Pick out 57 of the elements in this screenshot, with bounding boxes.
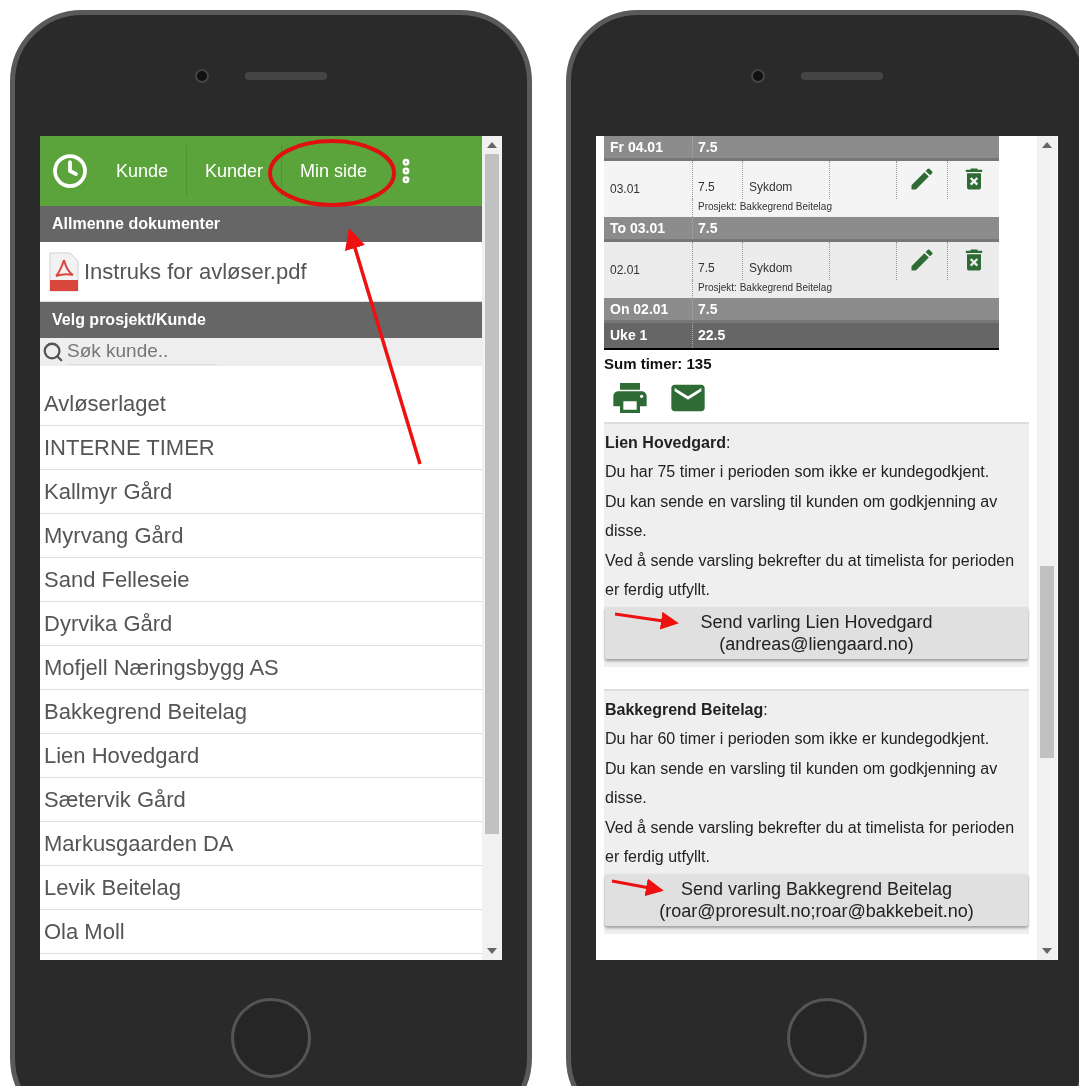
notice-heading: Lien Hovedgard: — [605, 432, 732, 453]
row-hours: 7.5 — [692, 298, 742, 320]
document-link[interactable]: Instruks for avløser.pdf — [84, 255, 307, 288]
annotation-arrow — [611, 878, 664, 897]
entry-type: Sykdom — [742, 242, 829, 280]
scrollbar[interactable] — [1037, 136, 1057, 960]
scroll-down-icon[interactable] — [487, 948, 497, 954]
pdf-file-icon — [48, 251, 80, 292]
notice-text: Du kan sende en varsling til kunden om godkjenning av disse. — [605, 758, 999, 808]
scrollbar-thumb[interactable] — [1040, 566, 1054, 758]
row-label: Uke 1 — [609, 326, 649, 345]
customer-list-item[interactable]: Avløserlaget — [40, 382, 482, 426]
notice-text: Du kan sende en varsling til kunden om godkjenning av disse. — [605, 491, 999, 541]
search-bar[interactable]: Søk kunde.. — [40, 338, 482, 366]
entry-type: Sykdom — [742, 161, 829, 199]
send-notification-button[interactable]: Send varling Bakkegrend Beitelag (roar@proresult.no;roar@bakkebeit.no) — [605, 873, 1028, 926]
row-hours: 7.5 — [692, 217, 742, 239]
entry-date: 03.01 — [609, 181, 642, 198]
customer-list-item[interactable]: Dyrvika Gård — [40, 602, 482, 646]
scrollbar-thumb[interactable] — [485, 154, 499, 834]
customer-list-item[interactable]: Bakkegrend Beitelag — [40, 690, 482, 734]
camera-icon — [195, 68, 209, 83]
section-header: Velg prosjekt/Kunde — [40, 302, 482, 338]
clock-icon[interactable] — [52, 153, 88, 189]
scroll-up-icon[interactable] — [1042, 142, 1052, 148]
notice-text: Ved å sende varsling bekrefter du at timelista for perioden er ferdig utfyllt. — [605, 550, 1016, 600]
scroll-up-icon[interactable] — [487, 142, 497, 148]
row-label: Fr 04.01 — [609, 137, 664, 157]
section-header: Allmenne dokumenter — [40, 206, 482, 242]
row-hours: 22.5 — [692, 323, 742, 348]
notice-text: Du har 75 timer i perioden som ikke er kundegodkjent. — [605, 462, 991, 482]
notice-heading: Bakkegrend Beitelag: — [605, 699, 769, 720]
entry-hours: 7.5 — [692, 242, 742, 280]
scroll-down-icon[interactable] — [1042, 948, 1052, 954]
row-label: On 02.01 — [609, 299, 670, 319]
customer-list-item[interactable]: Kallmyr Gård — [40, 470, 482, 514]
notice-text: Ved å sende varsling bekrefter du at timelista for perioden er ferdig utfyllt. — [605, 817, 1016, 867]
customer-list-item[interactable]: INTERNE TIMER — [40, 426, 482, 470]
sum-hours: Sum timer: 135 — [604, 354, 713, 374]
scrollbar[interactable] — [482, 136, 502, 960]
customer-list-item[interactable]: Sætervik Gård — [40, 778, 482, 822]
customer-list-item[interactable]: Sand Felleseie — [40, 558, 482, 602]
entry-hours: 7.5 — [692, 161, 742, 199]
customer-list-item[interactable]: Mofjell Næringsbygg AS — [40, 646, 482, 690]
annotation-arrow — [614, 611, 679, 630]
row-label: To 03.01 — [609, 218, 666, 238]
customer-list-item[interactable]: Markusgaarden DA — [40, 822, 482, 866]
entry-date: 02.01 — [609, 262, 642, 279]
search-icon — [42, 341, 64, 363]
customer-list-item[interactable]: Lien Hovedgard — [40, 734, 482, 778]
camera-icon — [751, 68, 765, 83]
send-notification-button[interactable]: Send varling Lien Hovedgard (andreas@liengaard.no) — [605, 606, 1028, 659]
notice-text: Du har 60 timer i perioden som ikke er kundegodkjent. — [605, 729, 991, 749]
customer-list-item[interactable]: Myrvang Gård — [40, 514, 482, 558]
row-hours: 7.5 — [692, 136, 742, 158]
customer-list-item[interactable]: Levik Beitelag — [40, 866, 482, 910]
customer-list-item[interactable]: Ola Moll — [40, 910, 482, 954]
